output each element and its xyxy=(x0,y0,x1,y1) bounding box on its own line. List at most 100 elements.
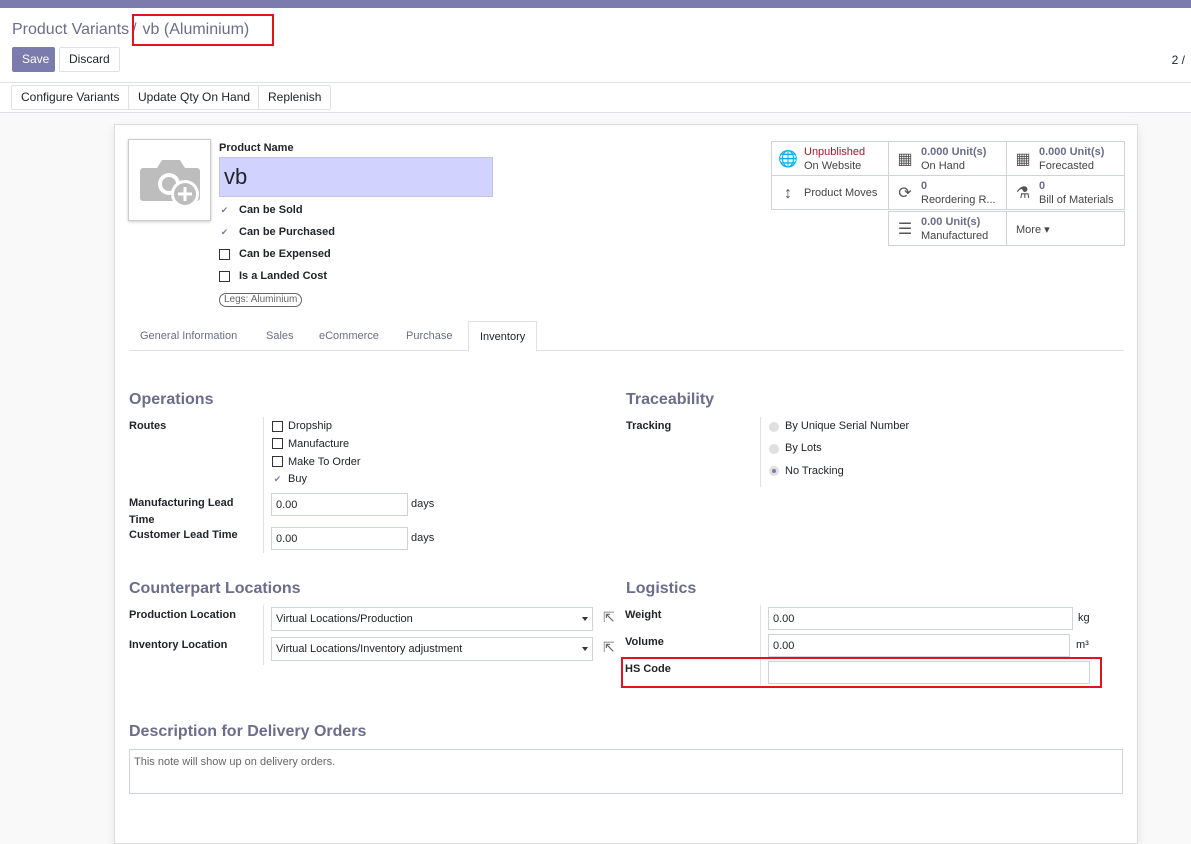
variant-attribute-tag: Legs: Aluminium xyxy=(219,293,303,307)
replenish-button[interactable]: Replenish xyxy=(258,85,332,110)
customer-lead-label: Customer Lead Time xyxy=(129,529,238,541)
can-be-sold-checkbox[interactable]: ✔ xyxy=(219,205,230,216)
forecast-smart-button[interactable]: ▦ 0.000 Unit(s) Forecasted xyxy=(1006,141,1125,176)
list-icon: ☰ xyxy=(897,221,913,238)
website-smart-button[interactable]: 🌐 Unpublished On Website xyxy=(771,141,889,176)
can-be-purchased-checkbox[interactable]: ✔ xyxy=(219,227,230,238)
mfg-lead-label-line2: Time xyxy=(129,514,155,526)
customer-lead-input[interactable]: 0.00 xyxy=(271,527,408,550)
route-manufacture-label: Manufacture xyxy=(288,438,350,450)
product-moves-label: Product Moves xyxy=(804,187,878,199)
volume-unit: m³ xyxy=(1076,639,1089,651)
tracking-label: Tracking xyxy=(626,420,672,432)
route-dropship-checkbox[interactable] xyxy=(272,421,283,432)
routes-label: Routes xyxy=(129,420,167,432)
mfg-lead-label: Manufacturing Lead Time xyxy=(129,495,234,529)
dropdown-arrow-icon xyxy=(582,617,588,621)
onhand-value: 0.000 Unit(s) xyxy=(921,146,987,158)
control-panel: Product Variants / vb (Aluminium) Save Dis… xyxy=(0,8,1191,83)
route-mto-label: Make To Order xyxy=(288,456,361,468)
delivery-description-title: Description for Delivery Orders xyxy=(129,723,367,740)
production-location-select[interactable]: Virtual Locations/Production xyxy=(271,607,593,631)
manufactured-label: Manufactured xyxy=(921,230,989,242)
notebook-tabs: General Information Sales eCommerce Purc… xyxy=(129,321,1124,352)
mfg-lead-input[interactable]: 0.00 xyxy=(271,493,408,516)
can-be-expensed-checkbox[interactable] xyxy=(219,249,230,260)
product-name-input[interactable]: vb xyxy=(219,157,493,197)
traceability-divider xyxy=(760,417,761,487)
product-name-label: Product Name xyxy=(219,142,294,154)
website-status-sub: On Website xyxy=(804,160,862,172)
inventory-location-label: Inventory Location xyxy=(129,639,228,651)
reordering-smart-button[interactable]: ⟳ 0 Reordering R... xyxy=(888,175,1007,210)
weight-input[interactable]: 0.00 xyxy=(768,607,1073,630)
breadcrumb-parent[interactable]: Product Variants xyxy=(12,21,129,38)
save-button[interactable]: Save xyxy=(12,47,55,72)
route-manufacture-checkbox[interactable] xyxy=(272,438,283,449)
reordering-label: Reordering R... xyxy=(921,194,996,206)
website-status: Unpublished xyxy=(804,146,866,158)
product-moves-smart-button[interactable]: ↕ Product Moves xyxy=(771,175,889,210)
status-bar: Configure Variants Update Qty On Hand Re… xyxy=(0,83,1191,113)
production-location-label: Production Location xyxy=(129,609,236,621)
tracking-lots-radio[interactable] xyxy=(769,444,779,454)
delivery-description-textarea[interactable]: This note will show up on delivery order… xyxy=(129,749,1123,794)
refresh-icon: ⟳ xyxy=(898,185,912,202)
onhand-label: On Hand xyxy=(921,160,966,172)
counterpart-divider xyxy=(263,605,264,665)
update-qty-button[interactable]: Update Qty On Hand xyxy=(128,85,261,110)
pager[interactable]: 2 / xyxy=(1172,53,1185,67)
tab-inventory[interactable]: Inventory xyxy=(468,321,538,352)
customer-lead-unit: days xyxy=(411,532,435,544)
bom-value: 0 xyxy=(1039,180,1046,192)
mfg-lead-unit: days xyxy=(411,498,435,510)
smart-buttons: 🌐 Unpublished On Website ▦ 0.000 Unit(s)… xyxy=(771,141,1125,247)
tracking-lots-label: By Lots xyxy=(785,442,822,454)
forecast-value: 0.000 Unit(s) xyxy=(1039,146,1105,158)
highlight-box-hs-code xyxy=(621,657,1102,688)
form-sheet: Product Name vb ✔ Can be Sold ✔ Can be P… xyxy=(114,124,1138,844)
camera-add-icon xyxy=(140,160,200,208)
tab-sales[interactable]: Sales xyxy=(255,321,305,351)
tab-purchase[interactable]: Purchase xyxy=(395,321,463,351)
external-link-icon[interactable]: ⇱ xyxy=(603,639,615,656)
inventory-location-select[interactable]: Virtual Locations/Inventory adjustment xyxy=(271,637,593,661)
operations-divider xyxy=(263,417,264,553)
more-dropdown-button[interactable]: More ▾ xyxy=(1006,211,1125,246)
tab-general-information[interactable]: General Information xyxy=(129,321,248,351)
tracking-none-radio[interactable] xyxy=(769,466,779,476)
bom-smart-button[interactable]: ⚗ 0 Bill of Materials xyxy=(1006,175,1125,210)
traceability-title: Traceability xyxy=(626,391,715,408)
route-buy-checkbox[interactable]: ✔ xyxy=(272,474,283,485)
landed-cost-label: Is a Landed Cost xyxy=(239,270,328,282)
can-be-sold-label: Can be Sold xyxy=(239,204,303,216)
discard-button[interactable]: Discard xyxy=(59,47,120,72)
top-navbar xyxy=(0,0,1191,8)
mfg-lead-label-line1: Manufacturing Lead xyxy=(129,497,234,509)
dropdown-arrow-icon xyxy=(582,647,588,651)
tracking-none-label: No Tracking xyxy=(785,465,844,477)
landed-cost-checkbox[interactable] xyxy=(219,271,230,282)
manufactured-value: 0.00 Unit(s) xyxy=(921,216,981,228)
tab-ecommerce[interactable]: eCommerce xyxy=(308,321,390,351)
external-link-icon[interactable]: ⇱ xyxy=(603,609,615,626)
more-button-content: More ▾ xyxy=(1016,223,1050,236)
arrows-vertical-icon: ↕ xyxy=(784,185,792,202)
configure-variants-button[interactable]: Configure Variants xyxy=(11,85,130,110)
weight-unit: kg xyxy=(1078,612,1090,624)
onhand-smart-button[interactable]: ▦ 0.000 Unit(s) On Hand xyxy=(888,141,1007,176)
weight-label: Weight xyxy=(625,609,662,621)
tracking-serial-radio[interactable] xyxy=(769,422,779,432)
production-location-value: Virtual Locations/Production xyxy=(276,613,413,625)
more-label: More xyxy=(1016,224,1042,236)
building-icon: ▦ xyxy=(1015,151,1031,168)
route-buy-label: Buy xyxy=(288,473,307,485)
volume-input[interactable]: 0.00 xyxy=(768,634,1070,657)
route-mto-checkbox[interactable] xyxy=(272,456,283,467)
manufactured-smart-button[interactable]: ☰ 0.00 Unit(s) Manufactured xyxy=(888,211,1007,246)
can-be-purchased-label: Can be Purchased xyxy=(239,226,335,238)
bom-label: Bill of Materials xyxy=(1039,194,1114,206)
highlight-box-title xyxy=(132,14,274,46)
product-image[interactable] xyxy=(128,139,211,221)
caret-down-icon: ▾ xyxy=(1044,224,1050,236)
